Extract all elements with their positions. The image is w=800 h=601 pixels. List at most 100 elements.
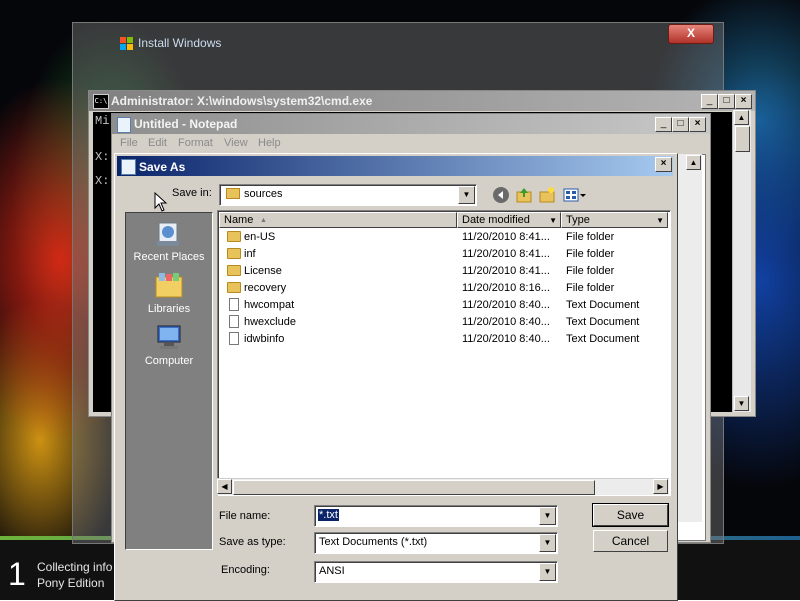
scroll-left-arrow-icon[interactable]: ◀ — [217, 479, 232, 494]
place-recent-places[interactable]: Recent Places — [126, 219, 212, 263]
computer-icon — [157, 325, 181, 349]
menu-file[interactable]: File — [120, 137, 138, 149]
back-icon[interactable] — [492, 186, 510, 204]
file-name: hwexclude — [244, 316, 296, 328]
notepad-scroll-up-icon[interactable]: ▲ — [686, 155, 701, 170]
column-date-filter-icon[interactable]: ▼ — [549, 213, 557, 228]
cmd-maximize-button[interactable]: □ — [718, 94, 735, 109]
computer-label: Computer — [144, 355, 194, 367]
column-header-type[interactable]: Type ▼ — [561, 212, 668, 228]
save-as-dialog: Save As × Save in: sources ▼ Recent Plac… — [114, 153, 678, 601]
save-as-type-select[interactable]: Text Documents (*.txt) ▼ — [314, 532, 558, 554]
column-date-label: Date modified — [462, 214, 530, 226]
notepad-small-icon — [121, 159, 136, 175]
step-label: Collecting info — [37, 560, 113, 574]
column-type-filter-icon[interactable]: ▼ — [656, 213, 664, 228]
cmd-line-1: Mi — [95, 114, 110, 128]
menu-edit[interactable]: Edit — [148, 137, 167, 149]
notepad-titlebar[interactable]: Untitled - Notepad _ □ × — [112, 114, 710, 134]
cmd-title: Administrator: X:\windows\system32\cmd.e… — [111, 94, 373, 108]
save-as-type-value: Text Documents (*.txt) — [319, 536, 428, 548]
file-type: Text Document — [566, 333, 640, 345]
file-row[interactable]: hwexclude 11/20/2010 8:40... Text Docume… — [219, 314, 667, 331]
scroll-up-arrow-icon[interactable]: ▲ — [734, 110, 749, 125]
file-name: hwcompat — [244, 299, 295, 311]
save-in-label: Save in: — [172, 187, 212, 199]
notepad-maximize-button[interactable]: □ — [672, 117, 689, 132]
save-as-close-button[interactable]: × — [655, 157, 672, 172]
column-header-name[interactable]: Name ▲ — [219, 212, 457, 228]
text-document-icon — [229, 332, 239, 345]
menu-help[interactable]: Help — [258, 137, 281, 149]
text-document-icon — [229, 315, 239, 328]
file-list-hscrollbar[interactable]: ◀ ▶ — [217, 478, 669, 495]
file-date: 11/20/2010 8:41... — [462, 265, 550, 277]
save-as-title: Save As — [139, 160, 186, 174]
encoding-select[interactable]: ANSI ▼ — [314, 561, 558, 583]
save-as-type-label: Save as type: — [219, 536, 286, 548]
column-header-date[interactable]: Date modified ▼ — [457, 212, 561, 228]
chevron-down-icon[interactable]: ▼ — [539, 534, 556, 552]
save-in-combo[interactable]: sources ▼ — [219, 184, 477, 206]
folder-icon — [227, 282, 241, 293]
up-folder-icon[interactable] — [515, 186, 533, 204]
file-row[interactable]: idwbinfo 11/20/2010 8:40... Text Documen… — [219, 331, 667, 348]
file-row[interactable]: hwcompat 11/20/2010 8:40... Text Documen… — [219, 297, 667, 314]
file-list[interactable]: Name ▲ Date modified ▼ Type ▼ en-US 11/2… — [217, 210, 671, 496]
file-row[interactable]: en-US 11/20/2010 8:41... File folder — [219, 229, 667, 246]
hscroll-thumb[interactable] — [233, 480, 595, 495]
place-computer[interactable]: Computer — [126, 323, 212, 367]
file-row[interactable]: recovery 11/20/2010 8:16... File folder — [219, 280, 667, 297]
view-menu-icon[interactable] — [563, 186, 587, 204]
file-date: 11/20/2010 8:41... — [462, 248, 550, 260]
recent-places-icon — [157, 222, 179, 246]
cmd-minimize-button[interactable]: _ — [701, 94, 718, 109]
mouse-cursor-icon — [154, 192, 168, 212]
cmd-icon: C:\ — [93, 94, 109, 109]
notepad-minimize-button[interactable]: _ — [655, 117, 672, 132]
edition-label: Pony Edition — [37, 576, 105, 590]
file-name-value: *.txt — [318, 509, 339, 521]
chevron-down-icon[interactable]: ▼ — [539, 507, 556, 525]
encoding-value: ANSI — [319, 565, 345, 577]
save-in-value: sources — [244, 188, 283, 200]
file-name: License — [244, 265, 282, 277]
menu-format[interactable]: Format — [178, 137, 213, 149]
save-button[interactable]: Save — [592, 503, 669, 527]
file-date: 11/20/2010 8:40... — [462, 333, 550, 345]
file-type: File folder — [566, 282, 615, 294]
install-windows-title: Install Windows — [120, 36, 221, 51]
column-type-label: Type — [566, 214, 590, 226]
chevron-down-icon[interactable]: ▼ — [458, 186, 475, 204]
cancel-button[interactable]: Cancel — [593, 530, 668, 552]
save-as-titlebar[interactable]: Save As — [117, 156, 673, 176]
scroll-down-arrow-icon[interactable]: ▼ — [734, 396, 749, 411]
windows-flag-icon — [120, 36, 133, 50]
notepad-close-button[interactable]: × — [689, 117, 706, 132]
file-type: Text Document — [566, 316, 640, 328]
file-type: File folder — [566, 231, 615, 243]
notepad-menubar: File Edit Format View Help — [112, 135, 710, 153]
notepad-icon — [117, 117, 131, 133]
libraries-label: Libraries — [147, 303, 191, 315]
file-name-input[interactable]: *.txt ▼ — [314, 505, 558, 527]
cmd-close-button[interactable]: × — [735, 94, 752, 109]
menu-view[interactable]: View — [224, 137, 248, 149]
file-row[interactable]: inf 11/20/2010 8:41... File folder — [219, 246, 667, 263]
folder-icon — [226, 188, 240, 199]
file-name: idwbinfo — [244, 333, 285, 345]
places-bar: Recent Places Libraries Computer — [125, 212, 213, 550]
notepad-scrollbar[interactable]: ▲ — [676, 154, 702, 522]
new-folder-icon[interactable] — [538, 186, 556, 204]
step-text: Collecting info Pony Edition — [37, 559, 112, 591]
recent-places-label: Recent Places — [133, 251, 205, 263]
cmd-titlebar[interactable]: C:\ Administrator: X:\windows\system32\c… — [89, 91, 755, 111]
scroll-thumb[interactable] — [735, 126, 750, 152]
setup-close-button[interactable]: X — [668, 24, 714, 44]
cmd-scrollbar[interactable]: ▲ ▼ — [732, 110, 751, 412]
place-libraries[interactable]: Libraries — [126, 271, 212, 315]
cmd-line-3: X: — [95, 174, 110, 188]
chevron-down-icon[interactable]: ▼ — [539, 563, 556, 581]
file-row[interactable]: License 11/20/2010 8:41... File folder — [219, 263, 667, 280]
scroll-right-arrow-icon[interactable]: ▶ — [653, 479, 668, 494]
